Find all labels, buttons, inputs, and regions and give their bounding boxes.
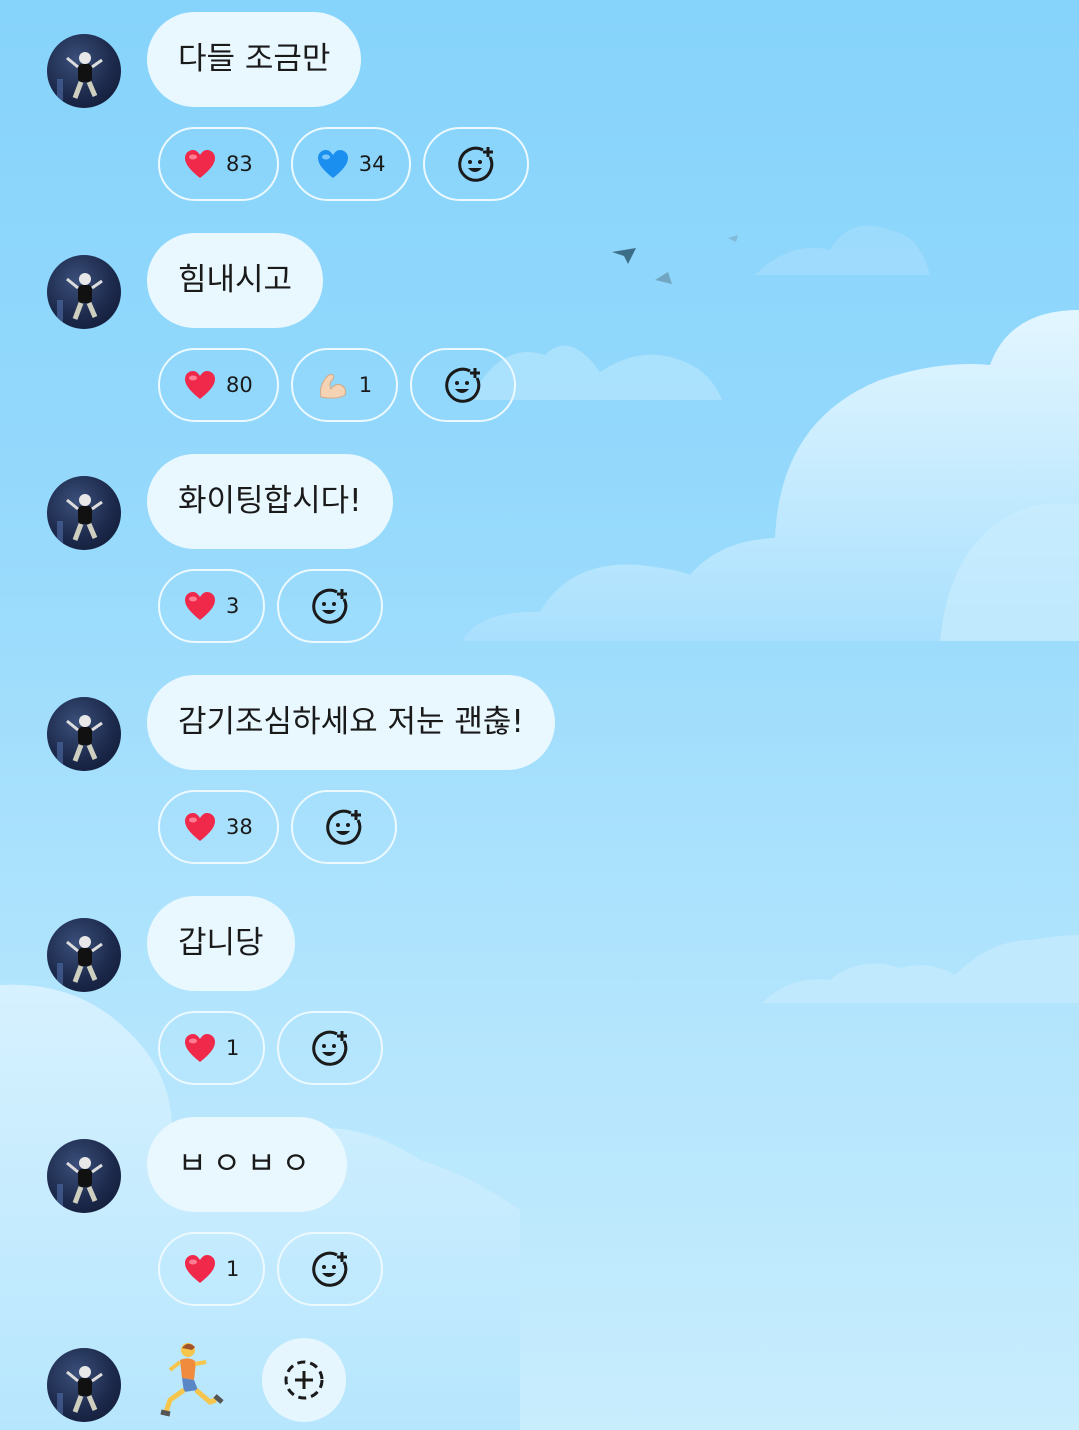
avatar[interactable] bbox=[47, 255, 121, 329]
red-heart-icon bbox=[185, 813, 215, 841]
reaction-count: 1 bbox=[226, 1257, 240, 1281]
red-heart-icon bbox=[185, 1034, 215, 1062]
add-reaction-button[interactable] bbox=[423, 127, 530, 201]
add-reaction-icon bbox=[445, 367, 481, 403]
reaction-bar: 1 bbox=[158, 1232, 384, 1306]
add-reaction-button[interactable] bbox=[290, 790, 397, 864]
avatar[interactable] bbox=[47, 476, 121, 550]
dashed-plus-icon bbox=[284, 1360, 324, 1400]
message-bubble[interactable]: 감기조심하세요 저눈 괜춚! bbox=[147, 675, 555, 770]
reaction-blue-heart[interactable]: 34 bbox=[290, 127, 412, 201]
add-reaction-button[interactable] bbox=[410, 348, 517, 422]
red-heart-icon bbox=[185, 371, 215, 399]
flexed-biceps-icon bbox=[319, 374, 346, 399]
red-heart-icon bbox=[185, 1255, 215, 1283]
reaction-flexed-biceps[interactable]: 1 bbox=[290, 348, 399, 422]
message-bubble[interactable]: ㅂㅇㅂㅇ bbox=[147, 1117, 348, 1212]
avatar[interactable] bbox=[47, 1348, 121, 1422]
avatar[interactable] bbox=[47, 1139, 121, 1213]
message-bubble[interactable]: 갑니당 bbox=[147, 896, 295, 991]
reaction-red-heart[interactable]: 3 bbox=[158, 569, 266, 643]
red-heart-icon bbox=[185, 150, 215, 178]
add-reaction-icon bbox=[312, 588, 348, 624]
add-reaction-button[interactable] bbox=[277, 1011, 384, 1085]
reaction-bar: 38 bbox=[158, 790, 397, 864]
avatar[interactable] bbox=[47, 697, 121, 771]
red-heart-icon bbox=[185, 592, 215, 620]
reaction-count: 3 bbox=[226, 594, 240, 618]
reaction-bar: 1 bbox=[158, 1011, 384, 1085]
add-reaction-icon bbox=[458, 146, 494, 182]
reaction-count: 1 bbox=[226, 1036, 240, 1060]
reaction-red-heart[interactable]: 80 bbox=[158, 348, 279, 422]
reaction-red-heart[interactable]: 83 bbox=[158, 127, 279, 201]
add-reaction-icon bbox=[312, 1030, 348, 1066]
add-reaction-icon bbox=[325, 809, 361, 845]
reaction-count: 34 bbox=[358, 152, 386, 176]
person-running-icon[interactable] bbox=[160, 1340, 230, 1420]
reaction-count: 38 bbox=[226, 815, 253, 839]
reaction-red-heart[interactable]: 1 bbox=[158, 1232, 266, 1306]
reaction-count: 80 bbox=[226, 373, 253, 397]
message-bubble[interactable]: 화이팅합시다! bbox=[147, 454, 393, 549]
reaction-bar: 83 34 bbox=[158, 127, 530, 201]
message-bubble[interactable]: 힘내시고 bbox=[147, 233, 324, 328]
reaction-count: 1 bbox=[358, 373, 373, 397]
reaction-red-heart[interactable]: 38 bbox=[158, 790, 279, 864]
reaction-count: 83 bbox=[226, 152, 253, 176]
avatar[interactable] bbox=[47, 34, 121, 108]
add-reaction-button[interactable] bbox=[277, 1232, 384, 1306]
add-reaction-button[interactable] bbox=[262, 1338, 346, 1422]
add-reaction-icon bbox=[312, 1251, 348, 1287]
reaction-red-heart[interactable]: 1 bbox=[158, 1011, 266, 1085]
reaction-bar: 3 bbox=[158, 569, 384, 643]
blue-heart-icon bbox=[317, 150, 348, 178]
message-bubble[interactable]: 다들 조금만 bbox=[147, 12, 362, 107]
avatar[interactable] bbox=[47, 918, 121, 992]
add-reaction-button[interactable] bbox=[277, 569, 384, 643]
reaction-bar: 80 1 bbox=[158, 348, 517, 422]
